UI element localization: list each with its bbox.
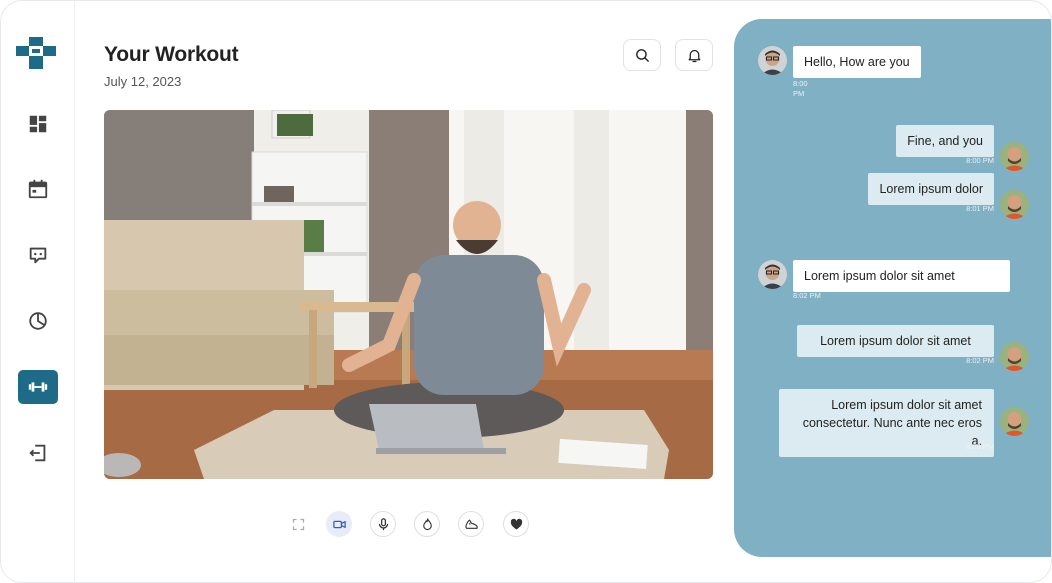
message-time: 8:02 PM bbox=[966, 356, 994, 365]
dumbbell-icon bbox=[28, 382, 48, 392]
user-avatar bbox=[1000, 142, 1029, 171]
page-date: July 12, 2023 bbox=[104, 74, 182, 89]
message-time: 8:01 PM bbox=[966, 204, 994, 213]
sidebar-item-statistics[interactable] bbox=[18, 304, 58, 338]
user-avatar bbox=[1000, 342, 1029, 371]
running-shoe-icon bbox=[464, 519, 478, 529]
message-time: 8:00 PM bbox=[793, 79, 808, 98]
logout-icon bbox=[29, 444, 46, 462]
sidebar bbox=[1, 1, 75, 582]
heart-icon bbox=[510, 518, 522, 529]
chat-message-incoming: Lorem ipsum dolor sit amet bbox=[793, 260, 1010, 292]
logo-icon bbox=[16, 37, 56, 69]
user-avatar-image bbox=[1000, 342, 1029, 371]
sidebar-item-calendar[interactable] bbox=[18, 172, 58, 206]
workout-video-image bbox=[104, 110, 713, 479]
notifications-button[interactable] bbox=[675, 39, 713, 71]
microphone-button[interactable] bbox=[370, 511, 396, 537]
fullscreen-icon bbox=[292, 518, 304, 530]
chat-panel: Hello, How are you 8:00 PM Fine, and you… bbox=[734, 19, 1051, 557]
contact-avatar bbox=[758, 46, 787, 75]
chat-message-outgoing: Lorem ipsum dolor sit amet bbox=[797, 325, 994, 357]
fullscreen-button[interactable] bbox=[285, 511, 311, 537]
chat-message-incoming: Hello, How are you bbox=[793, 46, 921, 78]
heart-rate-button[interactable] bbox=[503, 511, 529, 537]
contact-avatar bbox=[758, 260, 787, 289]
main-content: Your Workout July 12, 2023 bbox=[75, 1, 735, 582]
microphone-icon bbox=[378, 517, 388, 530]
chat-message-outgoing: Lorem ipsum dolor bbox=[868, 173, 994, 205]
calories-button[interactable] bbox=[414, 511, 440, 537]
sidebar-item-logout[interactable] bbox=[18, 436, 58, 470]
chat-message-outgoing: Lorem ipsum dolor sit amet consectetur. … bbox=[779, 389, 994, 457]
user-avatar bbox=[1000, 190, 1029, 219]
camera-button[interactable] bbox=[326, 511, 352, 537]
sidebar-item-messages[interactable] bbox=[18, 238, 58, 272]
contact-avatar-image bbox=[758, 46, 787, 75]
message-time: 8:03 PM bbox=[966, 442, 994, 451]
chat-message-outgoing: Fine, and you bbox=[896, 125, 994, 157]
bell-icon bbox=[688, 49, 700, 62]
message-time: 8:00 PM bbox=[966, 156, 994, 165]
message-icon bbox=[29, 247, 47, 264]
calendar-icon bbox=[28, 179, 48, 199]
user-avatar-image bbox=[1000, 407, 1029, 436]
user-avatar-image bbox=[1000, 190, 1029, 219]
flame-icon bbox=[422, 517, 432, 530]
sidebar-item-dashboard[interactable] bbox=[18, 107, 58, 141]
page-title: Your Workout bbox=[104, 43, 239, 66]
user-avatar bbox=[1000, 407, 1029, 436]
dashboard-icon bbox=[29, 115, 47, 133]
search-button[interactable] bbox=[623, 39, 661, 71]
app-window: Your Workout July 12, 2023 Hello, How ar… bbox=[0, 0, 1052, 583]
message-time: 8:02 PM bbox=[793, 291, 821, 300]
user-avatar-image bbox=[1000, 142, 1029, 171]
search-icon bbox=[635, 48, 649, 62]
video-camera-icon bbox=[332, 520, 346, 528]
sidebar-item-workout[interactable] bbox=[18, 370, 58, 404]
contact-avatar-image bbox=[758, 260, 787, 289]
workout-video[interactable] bbox=[104, 110, 713, 479]
pie-chart-icon bbox=[29, 312, 47, 330]
video-controls bbox=[285, 511, 535, 539]
steps-button[interactable] bbox=[458, 511, 484, 537]
